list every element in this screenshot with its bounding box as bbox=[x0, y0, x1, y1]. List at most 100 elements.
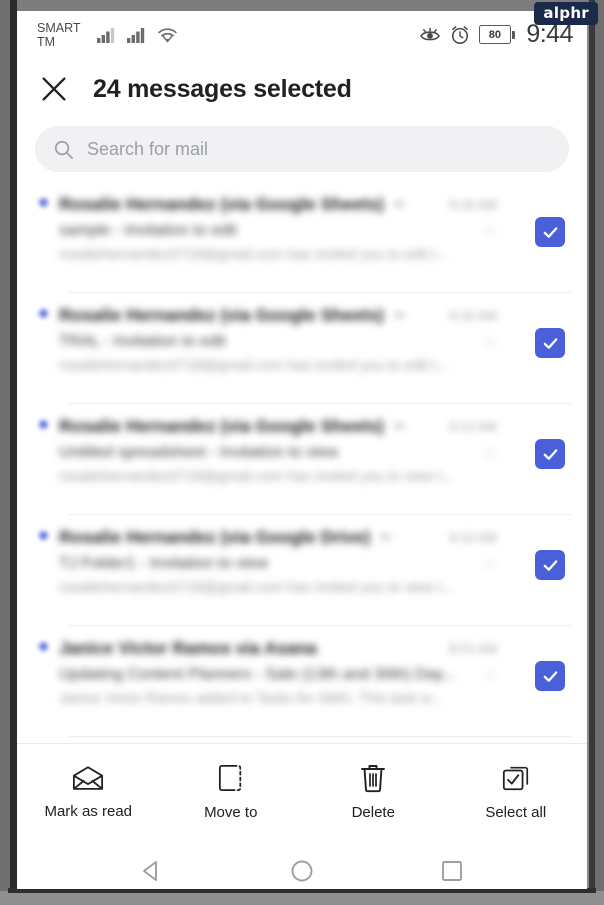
mail-subject: Updating Content Planners - Sale (13th a… bbox=[59, 666, 456, 683]
star-icon[interactable]: ☆ bbox=[484, 555, 513, 573]
mail-subject: TRAL - Invitation to edit bbox=[59, 333, 226, 350]
mail-timestamp: 9:16 AM bbox=[449, 308, 497, 323]
mail-timestamp: 9:18 AM bbox=[449, 197, 497, 212]
search-container: Search for mail bbox=[17, 120, 587, 182]
mail-content: Rosalie Hernandez (via Google Sheets) ✂ … bbox=[17, 293, 513, 374]
attachment-icon: ✂ bbox=[380, 529, 392, 545]
mail-sender: Rosalie Hernandez (via Google Sheets) bbox=[59, 194, 384, 214]
battery-percent-label: 80 bbox=[488, 28, 501, 41]
phone-bezel-bottom bbox=[0, 891, 604, 905]
alarm-clock-icon bbox=[451, 25, 468, 44]
mail-checkbox[interactable] bbox=[535, 328, 565, 358]
carrier-line-2: TM bbox=[37, 34, 56, 49]
nav-home-button[interactable] bbox=[274, 849, 330, 889]
delete-button[interactable]: Delete bbox=[302, 763, 445, 821]
mail-checkbox-cell[interactable] bbox=[513, 182, 587, 282]
star-icon[interactable]: ☆ bbox=[484, 444, 513, 462]
move-to-button[interactable]: Move to bbox=[160, 763, 303, 821]
mail-checkbox[interactable] bbox=[535, 550, 565, 580]
mail-subject: sample - Invitation to edit bbox=[59, 222, 237, 239]
alphr-watermark: alphr bbox=[534, 2, 598, 25]
carrier-line-1: SMART bbox=[37, 20, 81, 35]
row-divider bbox=[69, 736, 571, 737]
mail-list-item[interactable]: Rosalie Hernandez (via Google Sheets) ✂ … bbox=[17, 182, 587, 293]
mark-as-read-envelope-icon bbox=[73, 765, 104, 790]
check-icon bbox=[543, 559, 557, 571]
phone-bezel-left-inner bbox=[10, 0, 17, 905]
mail-checkbox-cell[interactable] bbox=[513, 293, 587, 393]
phone-bezel-right-inner bbox=[589, 0, 595, 905]
mail-list-item[interactable]: Rosalie Hernandez (via Google Drive) ✂ 9… bbox=[17, 515, 587, 626]
mail-timestamp: 9:10 AM bbox=[449, 530, 497, 545]
delete-trash-icon bbox=[361, 765, 386, 793]
phone-bezel-top bbox=[0, 0, 604, 11]
move-to-label: Move to bbox=[204, 804, 258, 821]
mail-list-item[interactable]: Janice Victor Ramos via Asana 8:51 AM Up… bbox=[17, 626, 587, 737]
nav-back-button[interactable] bbox=[124, 849, 180, 889]
delete-label: Delete bbox=[351, 804, 395, 821]
status-icons-left bbox=[97, 26, 178, 43]
carrier-name: SMART TM bbox=[37, 21, 83, 49]
mail-snippet: rosaliehernandez0718@gmail.com has invit… bbox=[59, 469, 454, 485]
mail-sender: Janice Victor Ramos via Asana bbox=[59, 638, 317, 658]
check-icon bbox=[543, 448, 557, 460]
mail-timestamp: 9:12 AM bbox=[449, 419, 497, 434]
mark-as-read-label: Mark as read bbox=[44, 802, 133, 820]
mail-content: Rosalie Hernandez (via Google Drive) ✂ 9… bbox=[17, 515, 513, 596]
mail-snippet: rosaliehernandez0718@gmail.com has invit… bbox=[59, 358, 448, 374]
close-icon bbox=[42, 77, 66, 101]
back-triangle-icon bbox=[143, 861, 157, 881]
status-bar: SMART TM 80 9:44 bbox=[17, 11, 587, 58]
mail-content: Rosalie Hernandez (via Google Sheets) ✂ … bbox=[17, 182, 513, 263]
attachment-icon: ✂ bbox=[393, 307, 406, 323]
mail-sender: Rosalie Hernandez (via Google Sheets) bbox=[59, 416, 384, 436]
star-icon[interactable]: ☆ bbox=[484, 222, 513, 240]
check-icon bbox=[543, 337, 557, 349]
selection-action-header: 24 messages selected bbox=[17, 58, 587, 120]
battery-indicator: 80 bbox=[478, 25, 516, 44]
check-icon bbox=[543, 226, 557, 238]
select-all-checkbox-icon bbox=[502, 766, 528, 791]
nav-recents-button[interactable] bbox=[424, 849, 480, 889]
eye-comfort-icon bbox=[419, 27, 440, 40]
search-placeholder: Search for mail bbox=[87, 138, 209, 159]
selection-toolbar: Mark as read Move to Delete Select all bbox=[17, 743, 587, 840]
mail-list-item[interactable]: Rosalie Hernandez (via Google Sheets) ✂ … bbox=[17, 404, 587, 515]
mail-snippet: rosaliehernandez0718@gmail.com has invit… bbox=[59, 580, 454, 596]
mail-checkbox-cell[interactable] bbox=[513, 626, 587, 726]
mail-timestamp: 8:51 AM bbox=[449, 641, 497, 656]
mail-content: Rosalie Hernandez (via Google Sheets) ✂ … bbox=[17, 404, 513, 485]
phone-bezel-right bbox=[595, 0, 604, 905]
check-icon bbox=[543, 670, 557, 682]
mail-snippet: rosaliehernandez0718@gmail.com has invit… bbox=[59, 247, 448, 263]
star-icon[interactable]: ☆ bbox=[484, 333, 513, 351]
mail-snippet: Janice Victor Ramos added to Tasks for S… bbox=[59, 691, 443, 707]
mail-checkbox[interactable] bbox=[535, 661, 565, 691]
mail-checkbox-cell[interactable] bbox=[513, 404, 587, 504]
screen-surface: SMART TM 80 9:44 24 messages selected Se… bbox=[17, 11, 587, 889]
signal-bars-icon bbox=[127, 28, 145, 43]
mail-checkbox-cell[interactable] bbox=[513, 515, 587, 615]
attachment-icon: ✂ bbox=[393, 418, 406, 434]
star-icon[interactable]: ☆ bbox=[484, 666, 513, 684]
select-all-label: Select all bbox=[485, 804, 547, 821]
search-icon bbox=[54, 140, 73, 159]
mail-content: Janice Victor Ramos via Asana 8:51 AM Up… bbox=[17, 626, 513, 707]
search-input[interactable]: Search for mail bbox=[35, 126, 569, 172]
mail-list-item[interactable]: Rosalie Hernandez (via Google Sheets) ✂ … bbox=[17, 293, 587, 404]
select-all-button[interactable]: Select all bbox=[445, 763, 588, 821]
android-navigation-bar bbox=[17, 840, 587, 889]
home-circle-icon bbox=[291, 860, 313, 882]
mail-sender: Rosalie Hernandez (via Google Sheets) bbox=[59, 305, 384, 325]
phone-screenshot: alphr SMART TM 80 9:44 24 messages selec… bbox=[0, 0, 604, 905]
close-selection-button[interactable] bbox=[37, 72, 71, 106]
mail-sender: Rosalie Hernandez (via Google Drive) bbox=[59, 527, 371, 547]
mark-as-read-button[interactable]: Mark as read bbox=[17, 765, 160, 820]
mail-checkbox[interactable] bbox=[535, 439, 565, 469]
mail-checkbox[interactable] bbox=[535, 217, 565, 247]
attachment-icon: ✂ bbox=[393, 196, 406, 212]
mail-list[interactable]: Rosalie Hernandez (via Google Sheets) ✂ … bbox=[17, 182, 587, 743]
phone-bezel-left bbox=[0, 0, 10, 905]
recents-square-icon bbox=[442, 861, 462, 881]
mail-subject: TJ Folder1 - Invitation to view bbox=[59, 555, 268, 572]
